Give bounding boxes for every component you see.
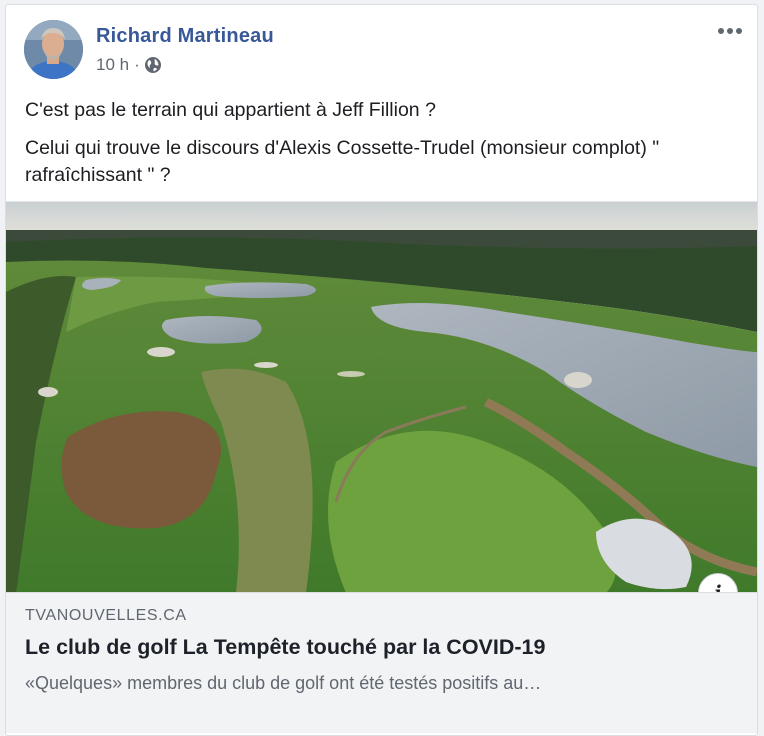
globe-icon[interactable] [144, 56, 162, 74]
meta-separator: · [134, 55, 140, 74]
link-description: «Quelques» membres du club de golf ont é… [25, 673, 542, 693]
more-options-icon[interactable] [715, 19, 745, 43]
golf-course-aerial-image [6, 202, 757, 593]
post-paragraph-2: Celui qui trouve le discours d'Alexis Co… [25, 137, 660, 186]
avatar-image [24, 20, 83, 79]
post-card: Richard Martineau 10 h · C'est pas le te… [5, 4, 758, 736]
post-paragraph-1: C'est pas le terrain qui appartient à Je… [25, 99, 436, 121]
author-name[interactable]: Richard Martineau [96, 25, 274, 48]
post-meta: 10 h · [96, 55, 162, 75]
link-preview-card[interactable]: TVANOUVELLES.CA Le club de golf La Tempê… [6, 592, 757, 733]
link-title[interactable]: Le club de golf La Tempête touché par la… [25, 635, 740, 660]
author-avatar[interactable] [24, 20, 83, 79]
post-body: C'est pas le terrain qui appartient à Je… [25, 97, 740, 200]
post-time[interactable]: 10 h [96, 55, 129, 75]
link-domain: TVANOUVELLES.CA [25, 607, 187, 624]
link-preview-image[interactable] [6, 201, 757, 593]
